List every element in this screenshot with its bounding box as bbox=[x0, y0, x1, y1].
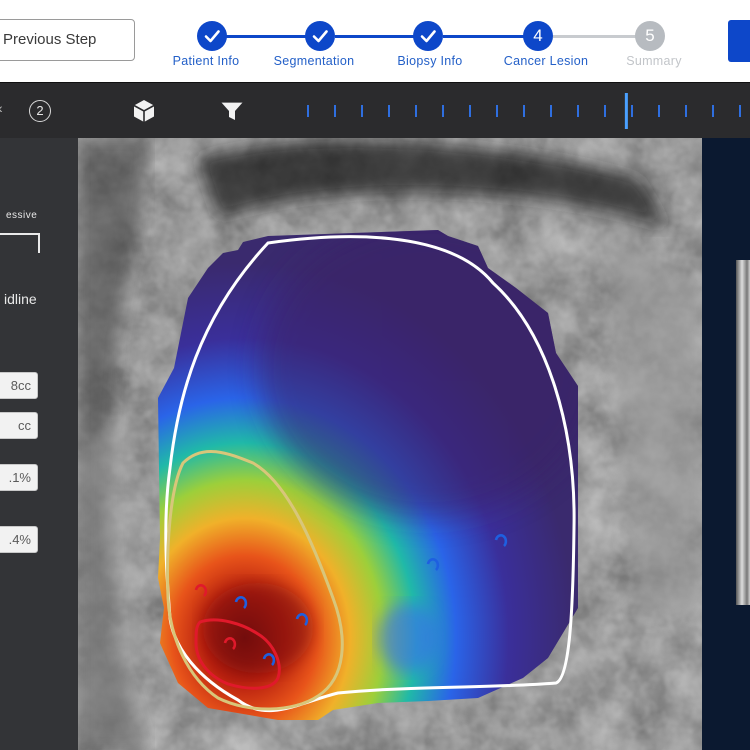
step-1-check-icon[interactable] bbox=[197, 21, 227, 51]
volume-field-2[interactable]: cc bbox=[0, 412, 38, 439]
slice-slider[interactable] bbox=[300, 91, 750, 131]
orientation-label: idline bbox=[4, 291, 37, 307]
cube-icon[interactable] bbox=[130, 97, 158, 125]
step-5-label: Summary bbox=[626, 54, 682, 68]
chevron-left-icon[interactable]: ‹ bbox=[0, 100, 3, 116]
percent-field-2[interactable]: .4% bbox=[0, 526, 38, 553]
step-2-check-icon[interactable] bbox=[305, 21, 335, 51]
volume-field-1[interactable]: 8cc bbox=[0, 372, 38, 399]
mode-range-handle[interactable] bbox=[0, 233, 40, 253]
next-step-button[interactable] bbox=[728, 20, 750, 62]
percent-field-1[interactable]: .1% bbox=[0, 464, 38, 491]
step-3-check-icon[interactable] bbox=[413, 21, 443, 51]
mode-label: essive bbox=[6, 210, 38, 221]
step-2-label: Segmentation bbox=[273, 54, 355, 68]
lesion-settings-panel: essive idline 8cc cc .1% .4% bbox=[0, 138, 78, 750]
step-4-number[interactable]: 4 bbox=[523, 21, 553, 51]
wizard-header: Previous Step 4 5 Patient Info Segmentat… bbox=[0, 0, 750, 82]
step-3-label: Biopsy Info bbox=[397, 54, 463, 68]
step-5-number[interactable]: 5 bbox=[635, 21, 665, 51]
step-4-label: Cancer Lesion bbox=[503, 54, 589, 68]
secondary-view-thumbnail[interactable] bbox=[736, 260, 750, 605]
step-1-label: Patient Info bbox=[172, 54, 240, 68]
mri-viewer[interactable] bbox=[78, 138, 702, 750]
viewer-toolbar: ‹ 2 bbox=[0, 82, 750, 138]
mri-slice-image bbox=[78, 138, 702, 750]
progress-stepper: 4 5 Patient Info Segmentation Biopsy Inf… bbox=[0, 0, 750, 82]
secondary-view-panel bbox=[702, 138, 750, 750]
filter-icon[interactable] bbox=[218, 97, 246, 125]
help-icon[interactable]: 2 bbox=[29, 100, 51, 122]
